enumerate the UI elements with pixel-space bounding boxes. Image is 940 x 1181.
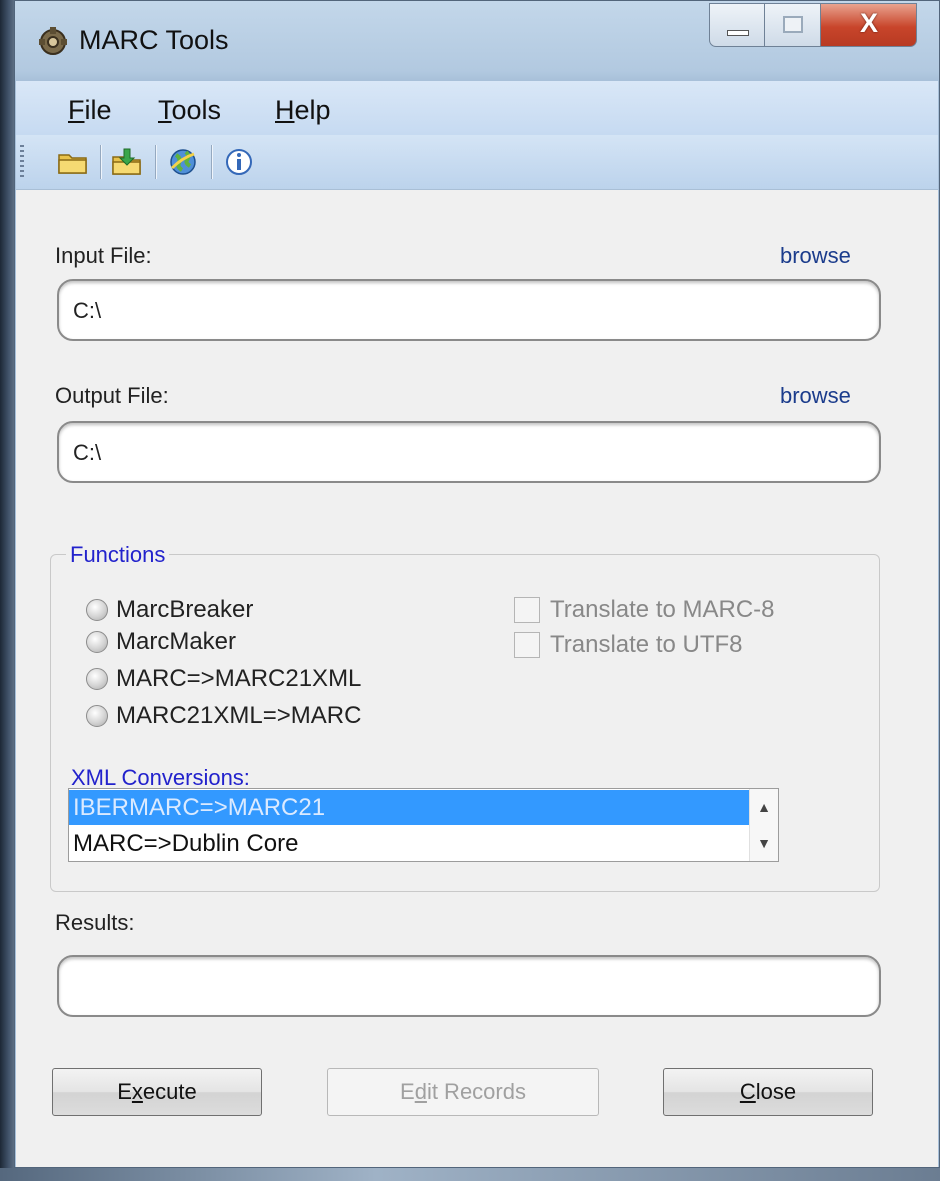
output-file-label: Output File: <box>55 383 169 408</box>
close-label-b: lose <box>755 1079 797 1104</box>
output-file-value: C:\ <box>73 440 102 465</box>
menu-tools-label: ools <box>171 95 222 125</box>
open-folder-icon[interactable] <box>56 146 90 178</box>
save-folder-icon[interactable] <box>110 146 144 178</box>
globe-icon[interactable] <box>166 146 200 178</box>
maximize-button[interactable] <box>765 3 821 47</box>
minimize-button[interactable] <box>709 3 765 47</box>
menu-tools[interactable]: Tools <box>158 95 221 126</box>
scroll-down-icon[interactable]: ▼ <box>750 825 778 861</box>
execute-button[interactable]: Execute <box>52 1068 262 1116</box>
marc-tools-window: MARC Tools X File Tools Help Input File:… <box>14 0 940 1168</box>
execute-label-b: ecute <box>142 1079 197 1104</box>
check-label: Translate to UTF8 <box>550 631 743 658</box>
functions-group-title: Functions <box>66 542 170 568</box>
results-field[interactable] <box>57 955 881 1017</box>
menu-bar: File Tools Help <box>16 81 938 135</box>
info-icon[interactable] <box>222 146 256 178</box>
check-label: Translate to MARC-8 <box>550 596 775 623</box>
radio-marc-to-marc21xml[interactable]: MARC=>MARC21XML <box>86 665 361 693</box>
edit-label-a: E <box>400 1079 415 1104</box>
radio-marcbreaker[interactable]: MarcBreaker <box>86 596 253 624</box>
edit-label-b: it Records <box>426 1079 526 1104</box>
radio-button[interactable] <box>86 599 108 621</box>
check-translate-marc8: Translate to MARC-8 <box>514 596 775 624</box>
close-button[interactable]: Close <box>663 1068 873 1116</box>
toolbar-separator <box>155 145 156 179</box>
execute-mnemonic: x <box>131 1079 143 1104</box>
menu-file-mnemonic: F <box>68 95 85 125</box>
close-window-button[interactable]: X <box>821 3 917 47</box>
maximize-icon <box>783 16 803 33</box>
close-icon: X <box>859 8 878 38</box>
results-label: Results: <box>55 910 135 935</box>
toolbar-separator <box>100 145 101 179</box>
toolbar <box>16 135 938 190</box>
input-file-field[interactable]: C:\ <box>57 279 881 341</box>
menu-help-label: elp <box>294 95 331 125</box>
check-translate-utf8: Translate to UTF8 <box>514 631 743 659</box>
radio-label: MarcMaker <box>116 628 237 655</box>
radio-button[interactable] <box>86 668 108 690</box>
list-item[interactable]: MARC=>Dublin Core <box>69 826 749 861</box>
taskbar-edge <box>0 1168 940 1181</box>
scroll-up-icon[interactable]: ▲ <box>750 789 778 825</box>
execute-label-a: E <box>117 1079 132 1104</box>
radio-marcmaker[interactable]: MarcMaker <box>86 628 236 656</box>
output-browse-link[interactable]: browse <box>780 383 851 409</box>
radio-label: MARC21XML=>MARC <box>116 702 362 729</box>
dialog-body: Input File: browse C:\ Output File: brow… <box>16 190 938 1167</box>
input-file-label: Input File: <box>55 243 152 268</box>
radio-button[interactable] <box>86 631 108 653</box>
app-icon <box>39 27 67 55</box>
window-controls: X <box>709 3 917 47</box>
minimize-icon <box>727 30 749 36</box>
close-mnemonic: C <box>739 1079 756 1104</box>
toolbar-grip[interactable] <box>20 145 24 179</box>
xml-conversions-listbox[interactable]: IBERMARC=>MARC21 MARC=>Dublin Core ▲ ▼ <box>68 788 779 862</box>
radio-button[interactable] <box>86 705 108 727</box>
edit-records-button: Edit Records <box>327 1068 599 1116</box>
title-bar[interactable]: MARC Tools X <box>15 1 939 81</box>
radio-label: MarcBreaker <box>116 596 254 623</box>
radio-marc21xml-to-marc[interactable]: MARC21XML=>MARC <box>86 702 361 730</box>
checkbox-disabled <box>514 632 540 658</box>
window-title: MARC Tools <box>79 25 229 55</box>
menu-file[interactable]: File <box>68 95 112 126</box>
menu-help-mnemonic: H <box>275 95 295 125</box>
input-file-value: C:\ <box>73 298 102 323</box>
radio-label: MARC=>MARC21XML <box>116 665 362 692</box>
edit-mnemonic: d <box>414 1079 427 1104</box>
checkbox-disabled <box>514 597 540 623</box>
listbox-scrollbar[interactable]: ▲ ▼ <box>749 789 778 861</box>
desktop-background-left <box>0 0 14 1181</box>
input-browse-link[interactable]: browse <box>780 243 851 269</box>
menu-help[interactable]: Help <box>275 95 331 126</box>
menu-tools-mnemonic: T <box>158 95 172 125</box>
menu-file-label: ile <box>84 95 112 125</box>
list-item-selected[interactable]: IBERMARC=>MARC21 <box>69 790 749 825</box>
output-file-field[interactable]: C:\ <box>57 421 881 483</box>
toolbar-separator <box>211 145 212 179</box>
